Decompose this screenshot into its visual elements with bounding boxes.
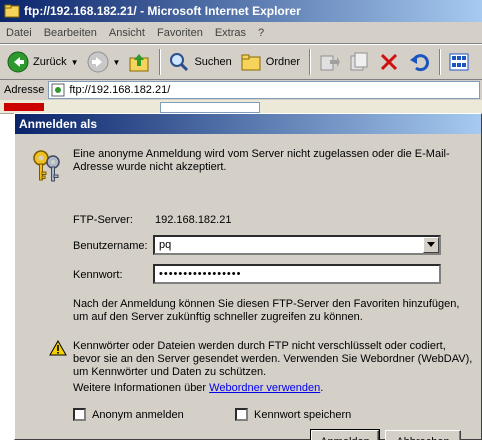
password-field[interactable]: •••••••••••••••••: [153, 264, 441, 284]
toolbar-separator: [159, 49, 162, 75]
delete-x-icon: [380, 53, 398, 71]
address-input[interactable]: ftp://192.168.182.21/: [48, 81, 480, 99]
forward-arrow-icon: [87, 51, 109, 73]
keys-icon: [33, 150, 60, 182]
dialog-title-bar[interactable]: Anmelden als: [15, 114, 481, 134]
dialog-message: Eine anonyme Anmeldung wird vom Server n…: [73, 148, 450, 173]
forward-dropdown-icon[interactable]: ▼: [113, 58, 121, 67]
views-button[interactable]: [445, 47, 473, 77]
username-combo[interactable]: pq: [153, 235, 441, 255]
save-password-checkbox[interactable]: [235, 408, 248, 421]
up-folder-icon: [129, 54, 149, 72]
search-button[interactable]: Suchen: [165, 47, 234, 77]
toolbar-separator: [309, 49, 312, 75]
login-dialog: Anmelden als Eine anonyme Anmeldung wird…: [14, 113, 482, 440]
back-dropdown-icon[interactable]: ▼: [71, 58, 79, 67]
window-title: ftp://192.168.182.21/ - Microsoft Intern…: [24, 4, 301, 18]
folders-label: Ordner: [265, 56, 301, 68]
password-label: Kennwort:: [73, 269, 123, 281]
webfolder-link[interactable]: Webordner verwenden: [209, 382, 320, 394]
toolbar-separator: [439, 49, 442, 75]
toolbar: Zurück ▼ ▼ Suchen Ordner: [0, 44, 482, 80]
anonymous-label: Anonym anmelden: [92, 408, 184, 421]
more-info-text: Weitere Informationen über: [73, 382, 210, 394]
search-icon: [170, 53, 189, 72]
address-value: ftp://192.168.182.21/: [69, 84, 171, 96]
page-input: [160, 102, 260, 113]
chevron-down-icon[interactable]: [423, 237, 439, 253]
back-label: Zurück: [33, 56, 67, 68]
password-value: •••••••••••••••••: [159, 268, 242, 280]
views-grid-icon: [449, 53, 469, 71]
server-label: FTP-Server:: [73, 214, 133, 226]
back-button[interactable]: Zurück ▼: [4, 47, 82, 77]
login-button[interactable]: Anmelden: [310, 429, 380, 440]
page-logo: [4, 103, 44, 111]
warning-text: Kennwörter oder Dateien werden durch FTP…: [73, 340, 473, 378]
copy-to-icon: [350, 52, 368, 71]
menu-edit[interactable]: Bearbeiten: [38, 27, 103, 39]
more-info-line: Weitere Informationen über Webordner ver…: [73, 382, 473, 395]
menu-favorites[interactable]: Favoriten: [151, 27, 209, 39]
server-value: 192.168.182.21: [155, 214, 232, 226]
menu-view[interactable]: Ansicht: [103, 27, 151, 39]
save-password-label: Kennwort speichern: [254, 408, 352, 421]
address-label: Adresse: [4, 84, 45, 96]
anonymous-checkbox[interactable]: [73, 408, 86, 421]
folders-icon: [241, 54, 261, 71]
move-to-button[interactable]: [315, 47, 343, 77]
menu-file[interactable]: Datei: [0, 27, 38, 39]
address-bar: Adresse ftp://192.168.182.21/: [0, 80, 482, 100]
back-arrow-icon: [7, 51, 29, 73]
undo-button[interactable]: [405, 47, 433, 77]
menu-tools[interactable]: Extras: [209, 27, 252, 39]
up-folder-button[interactable]: [125, 47, 153, 77]
search-label: Suchen: [194, 56, 232, 68]
menu-help[interactable]: ?: [252, 27, 270, 39]
ftp-page-icon: [51, 83, 65, 97]
username-value: pq: [159, 239, 172, 251]
undo-icon: [410, 54, 429, 72]
dialog-title: Anmelden als: [19, 117, 98, 131]
warning-icon: [49, 340, 67, 356]
page-content-strip: [0, 100, 482, 114]
anonymous-checkbox-row[interactable]: Anonym anmelden: [73, 408, 184, 421]
more-info-end: .: [320, 382, 324, 394]
menu-bar: Datei Bearbeiten Ansicht Favoriten Extra…: [0, 22, 482, 44]
folder-ie-icon: [4, 4, 20, 18]
delete-button[interactable]: [375, 47, 403, 77]
forward-button[interactable]: ▼: [84, 47, 124, 77]
save-password-checkbox-row[interactable]: Kennwort speichern: [235, 408, 351, 421]
cancel-button[interactable]: Abbrechen: [385, 430, 461, 440]
window-title-bar[interactable]: ftp://192.168.182.21/ - Microsoft Intern…: [0, 0, 482, 22]
info-text: Nach der Anmeldung können Sie diesen FTP…: [73, 298, 460, 323]
username-label: Benutzername:: [73, 240, 148, 252]
move-to-icon: [320, 55, 341, 71]
copy-to-button[interactable]: [345, 47, 373, 77]
folders-button[interactable]: Ordner: [237, 47, 303, 77]
